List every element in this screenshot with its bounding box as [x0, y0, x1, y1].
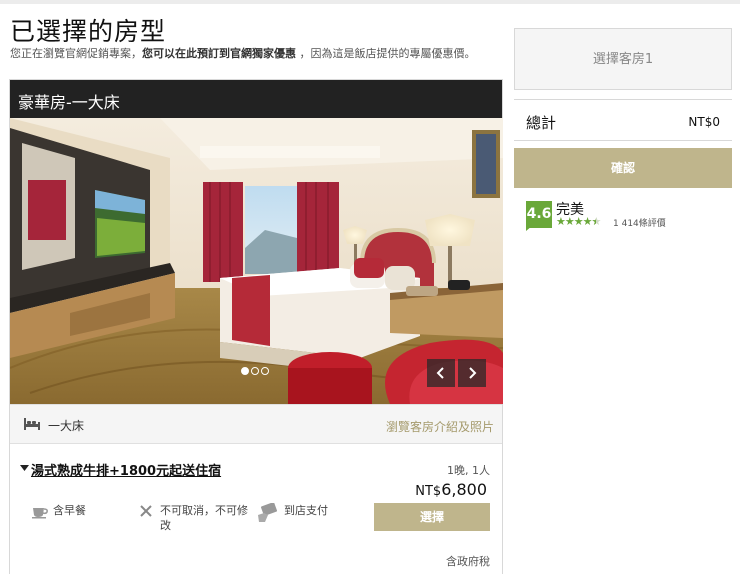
review-score-badge-tail — [526, 226, 532, 231]
star-icon: ★ — [556, 215, 566, 228]
star-icon: ★ — [573, 215, 584, 228]
subtitle-text-post: ，因為這是飯店提供的專屬優惠價。 — [296, 47, 476, 60]
confirm-button[interactable]: 確認 — [514, 148, 732, 188]
carousel-next-button[interactable] — [458, 359, 486, 387]
carousel-dot[interactable] — [261, 367, 269, 375]
x-icon — [140, 505, 152, 517]
bed-info-row: 一大床 瀏覽客房介紹及照片 — [10, 404, 502, 444]
card-payment-icon — [258, 503, 278, 522]
room-card: 豪華房-一大床 一大床 瀏覽客房介紹及照片 湯式熟成牛排+1800元起送住宿 1… — [9, 79, 503, 574]
page-subtitle: 您正在瀏覽官網促銷專案，您可以在此預訂到官網獨家優惠 ，因為這是飯店提供的專屬優… — [10, 45, 476, 61]
rate-occupancy: 1晚, 1人 — [447, 464, 490, 477]
choose-rate-button[interactable]: 選擇 — [374, 503, 490, 531]
total-row: 總計 NT$0 — [514, 99, 732, 141]
feature-payment-label: 到店支付 — [284, 504, 328, 517]
price-amount: 6,800 — [441, 480, 487, 499]
chevron-right-icon — [469, 367, 477, 379]
page-title: 已選擇的房型 — [10, 17, 167, 46]
total-value: NT$0 — [688, 115, 720, 129]
feature-breakfast-label: 含早餐 — [53, 504, 86, 517]
caret-down-icon[interactable] — [20, 465, 29, 472]
review-stars: ★★★★★★ — [556, 215, 602, 228]
carousel-prev-button[interactable] — [427, 359, 455, 387]
rate-plan-title[interactable]: 湯式熟成牛排+1800元起送住宿 — [31, 460, 221, 479]
carousel-dots — [241, 367, 273, 377]
feature-cancellation: 不可取消，不可修改 — [140, 503, 250, 535]
room-photo-carousel[interactable] — [10, 118, 503, 404]
chevron-left-icon — [436, 367, 444, 379]
tax-note: 含政府稅 — [446, 555, 490, 568]
half-star-icon: ★★ — [591, 215, 602, 228]
carousel-dot[interactable] — [251, 367, 259, 375]
star-icon: ★ — [564, 215, 575, 228]
bed-icon — [24, 418, 40, 430]
rate-price: NT$6,800 — [415, 480, 487, 499]
subtitle-text-bold: 您可以在此預訂到官網獨家優惠 — [142, 47, 296, 60]
feature-cancellation-label: 不可取消，不可修改 — [160, 504, 248, 532]
bed-type-label: 一大床 — [48, 419, 85, 433]
room-name: 豪華房-一大床 — [10, 80, 502, 118]
subtitle-text-pre: 您正在瀏覽官網促銷專案， — [10, 47, 142, 60]
browse-room-link[interactable]: 瀏覽客房介紹及照片 — [386, 418, 494, 435]
review-score-badge: 4.6 — [526, 201, 552, 228]
top-divider — [0, 0, 740, 4]
review-count: 1 414條評價 — [613, 219, 666, 229]
star-icon: ★ — [582, 215, 593, 228]
carousel-dot[interactable] — [241, 367, 249, 375]
total-label: 總計 — [526, 114, 557, 132]
coffee-cup-icon — [32, 508, 48, 519]
price-currency: NT$ — [415, 484, 442, 499]
selected-room-slot: 選擇客房1 — [514, 28, 732, 90]
